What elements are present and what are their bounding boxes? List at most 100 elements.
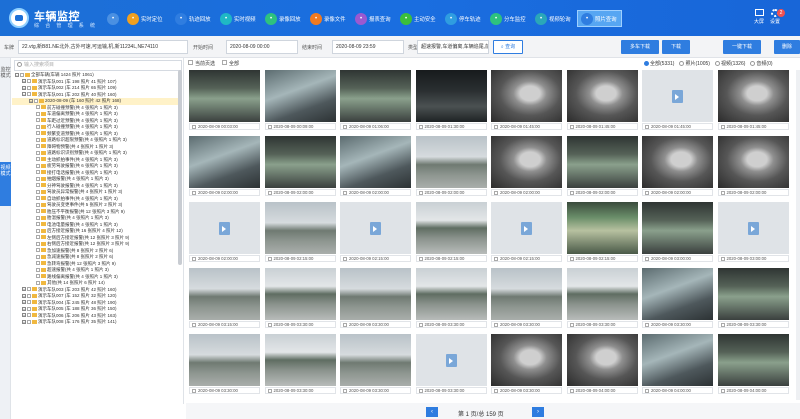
photo-checkbox[interactable] — [267, 323, 272, 327]
photo-checkbox[interactable] — [343, 191, 347, 195]
photo-card[interactable]: 2020-08-09 02:00:00 — [642, 136, 713, 197]
photo-thumbnail[interactable] — [415, 334, 487, 386]
photo-thumbnail[interactable] — [415, 136, 487, 188]
photo-checkbox[interactable] — [569, 257, 574, 261]
photo-thumbnail[interactable] — [189, 202, 260, 254]
photo-checkbox[interactable] — [192, 257, 196, 261]
media-radio-1[interactable]: 全部(5331) — [644, 60, 674, 67]
tree-checkbox[interactable] — [27, 319, 31, 324]
next-page-button[interactable]: › — [532, 407, 544, 417]
photo-card[interactable]: 2020-08-09 02:15:00 — [491, 202, 562, 263]
tree-checkbox[interactable] — [36, 248, 40, 253]
tab-monitor-mode[interactable]: 监控模式 — [0, 64, 11, 108]
tree-search-input[interactable]: 输入搜索项目 — [14, 60, 182, 71]
photo-thumbnail[interactable] — [642, 268, 713, 320]
tree-scrollbar[interactable] — [178, 70, 182, 265]
media-radio-2[interactable]: 照片(1005) — [679, 60, 710, 67]
photo-thumbnail[interactable] — [566, 70, 638, 122]
photo-checkbox[interactable] — [267, 191, 272, 195]
photo-thumbnail[interactable] — [340, 268, 411, 320]
photo-checkbox[interactable] — [418, 191, 423, 195]
photo-card[interactable]: 2020-08-09 03:30:00 — [264, 268, 336, 329]
photo-thumbnail[interactable] — [415, 202, 487, 254]
nav-item-3[interactable]: • 轨迹回放 — [175, 10, 220, 27]
photo-thumbnail[interactable] — [264, 268, 336, 320]
photo-checkbox[interactable] — [569, 191, 574, 195]
tree-checkbox[interactable] — [36, 274, 40, 279]
photo-card[interactable]: 2020-08-09 03:30:00 — [491, 334, 562, 395]
photo-card[interactable]: 2020-08-09 03:30:00 — [717, 268, 789, 329]
photo-thumbnail[interactable] — [340, 334, 411, 386]
photo-thumbnail[interactable] — [340, 70, 411, 122]
tree-checkbox[interactable] — [27, 287, 31, 292]
photo-card[interactable]: 2020-08-09 02:15:00 — [566, 202, 638, 263]
photo-checkbox[interactable] — [494, 257, 498, 261]
photo-thumbnail[interactable] — [566, 268, 638, 320]
start-time-input[interactable]: 2020-08-09 00:00 — [226, 40, 298, 54]
photo-thumbnail[interactable] — [491, 202, 562, 254]
photo-checkbox[interactable] — [343, 125, 347, 129]
photo-checkbox[interactable] — [645, 323, 649, 327]
nav-item-4[interactable]: • 实时视频 — [220, 10, 265, 27]
photo-checkbox[interactable] — [494, 191, 498, 195]
tree-checkbox[interactable] — [36, 261, 40, 266]
expand-icon[interactable]: + — [22, 319, 26, 324]
expand-icon[interactable]: + — [22, 306, 26, 311]
photo-card[interactable]: 2020-08-09 01:45:00 — [566, 70, 638, 131]
photo-card[interactable]: 2020-08-09 03:30:00 — [491, 268, 562, 329]
photo-checkbox[interactable] — [418, 125, 423, 129]
photo-thumbnail[interactable] — [717, 70, 789, 122]
photo-thumbnail[interactable] — [264, 334, 336, 386]
photo-card[interactable]: 2020-08-09 01:45:00 — [642, 70, 713, 131]
photo-checkbox[interactable] — [569, 389, 574, 393]
photo-checkbox[interactable] — [494, 125, 498, 129]
notification-badge[interactable]: 2 — [777, 9, 785, 17]
tree-checkbox[interactable] — [36, 241, 40, 246]
photo-card[interactable]: 2020-08-09 00:09:00 — [264, 70, 336, 131]
vehicle-select[interactable]: 22.vtg,新B81.NE北外,古外可速,可运输,机,新11234L,NE74… — [18, 40, 188, 54]
tree-checkbox[interactable] — [27, 306, 31, 311]
tree-checkbox[interactable] — [36, 183, 40, 188]
expand-icon[interactable]: + — [22, 293, 26, 298]
photo-thumbnail[interactable] — [642, 334, 713, 386]
tree-checkbox[interactable] — [36, 163, 40, 168]
photo-thumbnail[interactable] — [491, 70, 562, 122]
grid-scrollbar[interactable] — [796, 70, 800, 400]
tree-checkbox[interactable] — [36, 222, 40, 227]
collapse-icon[interactable]: − — [15, 72, 19, 77]
photo-thumbnail[interactable] — [642, 70, 713, 122]
photo-thumbnail[interactable] — [642, 136, 713, 188]
photo-card[interactable]: 2020-08-09 02:00:00 — [415, 136, 487, 197]
tree-checkbox[interactable] — [36, 131, 40, 136]
tree-checkbox[interactable] — [27, 85, 31, 90]
photo-card[interactable]: 2020-08-09 02:00:00 — [717, 136, 789, 197]
select-page-checkbox[interactable] — [188, 60, 193, 65]
photo-checkbox[interactable] — [645, 125, 649, 129]
photo-card[interactable]: 2020-08-09 03:30:00 — [642, 268, 713, 329]
prev-page-button[interactable]: ‹ — [426, 407, 438, 417]
photo-card[interactable]: 2020-08-09 03:30:00 — [415, 334, 487, 395]
photo-card[interactable]: 2020-08-09 03:30:00 — [264, 334, 336, 395]
tree-checkbox[interactable] — [36, 105, 40, 110]
photo-card[interactable]: 2020-08-09 02:00:00 — [189, 202, 260, 263]
photo-card[interactable]: 2020-08-09 02:15:00 — [415, 202, 487, 263]
photo-checkbox[interactable] — [645, 389, 649, 393]
tree-checkbox[interactable] — [36, 202, 40, 207]
tab-video-mode[interactable]: 视频模式 — [0, 162, 11, 206]
photo-checkbox[interactable] — [192, 125, 196, 129]
nav-item-12[interactable]: • 照片查询 — [577, 10, 622, 27]
photo-card[interactable]: 2020-08-09 04:00:00 — [566, 334, 638, 395]
photo-card[interactable]: 2020-08-09 02:15:00 — [264, 202, 336, 263]
tree-checkbox[interactable] — [27, 79, 31, 84]
tree-checkbox[interactable] — [20, 72, 24, 77]
photo-checkbox[interactable] — [192, 323, 196, 327]
photo-card[interactable]: 2020-08-09 02:00:00 — [340, 136, 411, 197]
photo-checkbox[interactable] — [720, 125, 725, 129]
photo-card[interactable]: 2020-08-09 02:00:00 — [264, 136, 336, 197]
photo-card[interactable]: 2020-08-09 04:00:00 — [642, 334, 713, 395]
photo-thumbnail[interactable] — [264, 202, 336, 254]
expand-icon[interactable]: + — [29, 98, 33, 103]
photo-card[interactable]: 2020-08-09 03:30:00 — [189, 334, 260, 395]
photo-checkbox[interactable] — [645, 257, 649, 261]
end-time-input[interactable]: 2020-08-09 23:59 — [332, 40, 404, 54]
